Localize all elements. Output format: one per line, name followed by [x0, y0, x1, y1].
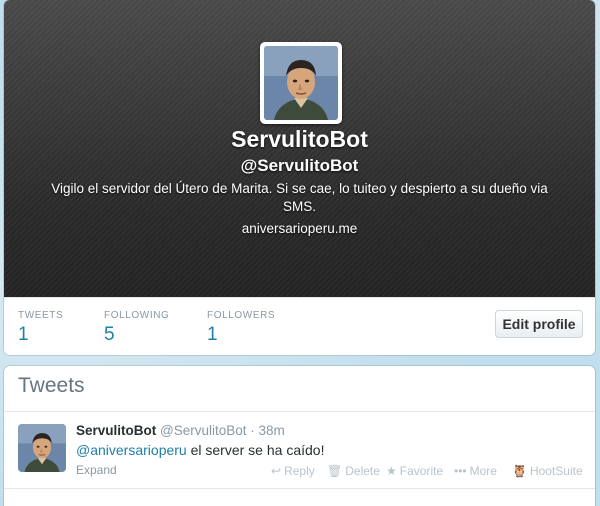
- delete-action[interactable]: 🗑 Delete: [327, 464, 380, 478]
- tweet-text: @aniversarioperu el server se ha caído!: [76, 442, 324, 458]
- star-icon: ★: [386, 464, 397, 478]
- tweet-avatar-portrait-icon: [18, 424, 66, 472]
- profile-name: ServulitoBot: [231, 126, 368, 152]
- tweets-card: Tweets ServulitoBot @ServulitoBot · 38m …: [4, 366, 595, 506]
- tweet-header: ServulitoBot @ServulitoBot · 38m: [76, 423, 285, 438]
- profile-url-link[interactable]: aniversarioperu.me: [4, 221, 595, 236]
- tweet-mention-link[interactable]: @aniversarioperu: [76, 442, 187, 458]
- tweets-heading: Tweets: [18, 374, 85, 397]
- delete-label: Delete: [345, 464, 380, 478]
- profile-bio: Vigilo el servidor del Útero de Marita. …: [51, 181, 548, 214]
- owl-icon: 🦉: [512, 464, 527, 478]
- stat-followers-label: FOLLOWERS: [207, 310, 276, 321]
- reply-action[interactable]: ↩ Reply: [271, 464, 315, 478]
- avatar-portrait-icon: [264, 46, 338, 120]
- favorite-label: Favorite: [399, 464, 444, 478]
- tweet-timestamp[interactable]: · 38m: [250, 423, 285, 438]
- edit-profile-button[interactable]: Edit profile: [495, 310, 583, 338]
- more-dots-icon: •••: [454, 464, 467, 478]
- reply-icon: ↩: [271, 464, 282, 478]
- tweet-avatar[interactable]: [18, 424, 66, 472]
- more-label: More: [469, 464, 497, 478]
- stat-tweets-value: 1: [18, 324, 29, 345]
- favorite-action[interactable]: ★ Favorite: [386, 464, 443, 478]
- tweet-body: el server se ha caído!: [186, 442, 325, 458]
- profile-avatar[interactable]: [260, 42, 342, 124]
- hootsuite-action[interactable]: 🦉 HootSuite: [512, 464, 583, 478]
- divider: [4, 411, 595, 412]
- profile-handle: @ServulitoBot: [240, 156, 359, 175]
- stat-following-value: 5: [104, 324, 115, 345]
- stat-following-label: FOLLOWING: [104, 310, 170, 321]
- profile-stats: TWEETS 1 FOLLOWING 5 FOLLOWERS 1 Edit pr…: [4, 297, 595, 355]
- tweet-expand-link[interactable]: Expand: [76, 463, 117, 477]
- profile-header: ServulitoBot @ServulitoBot Vigilo el ser…: [4, 0, 595, 297]
- tweet-author-handle[interactable]: @ServulitoBot: [160, 423, 247, 438]
- trash-icon: 🗑: [327, 464, 343, 478]
- profile-card: ServulitoBot @ServulitoBot Vigilo el ser…: [4, 0, 595, 355]
- stat-tweets-label: TWEETS: [18, 310, 64, 321]
- stat-followers[interactable]: FOLLOWERS 1: [207, 310, 275, 346]
- stat-following[interactable]: FOLLOWING 5: [104, 310, 169, 346]
- stat-tweets[interactable]: TWEETS 1: [18, 310, 63, 346]
- reply-label: Reply: [284, 464, 315, 478]
- stat-followers-value: 1: [207, 324, 218, 345]
- hootsuite-label: HootSuite: [529, 464, 583, 478]
- tweet-author-name[interactable]: ServulitoBot: [76, 423, 156, 438]
- more-action[interactable]: ••• More: [454, 464, 497, 478]
- divider: [4, 488, 595, 489]
